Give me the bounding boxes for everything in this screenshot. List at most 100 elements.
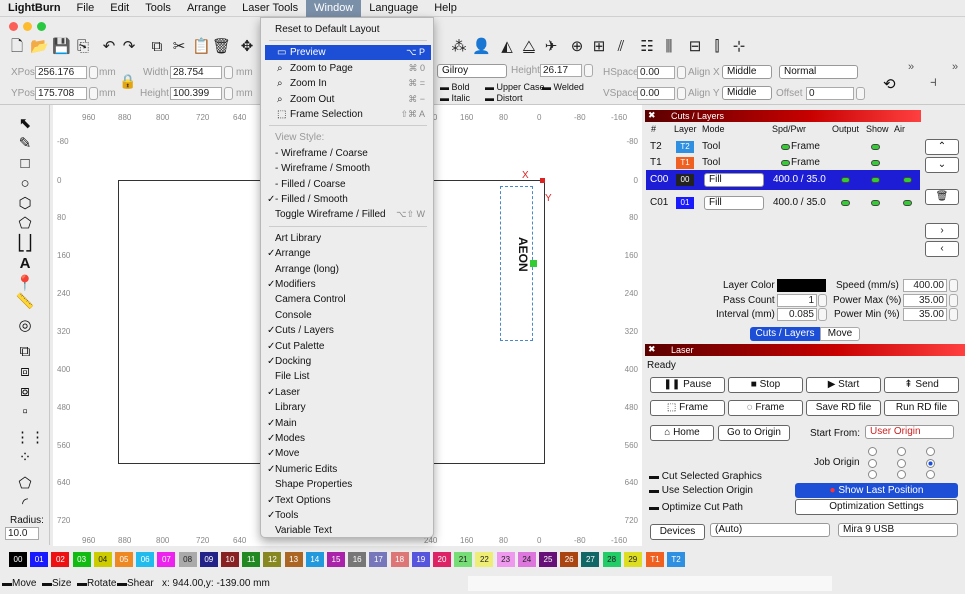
menu-item-preview[interactable]: ▭ Preview ⌥ P [265,45,431,61]
palette-swatch[interactable]: 29 [623,552,642,567]
text-icon[interactable]: A [15,255,35,273]
palette-swatch[interactable]: 22 [475,552,494,567]
tab-move[interactable]: Move [820,327,860,341]
interval-spinner[interactable] [818,308,827,321]
zoom-window-icon[interactable] [37,22,46,31]
menu-item-main[interactable]: ✓ Main [265,416,431,431]
layer-mode-select[interactable]: Fill [704,173,764,187]
pass-count-spinner[interactable] [818,294,827,307]
run-rd-button[interactable]: Run RD file [884,400,959,416]
output-toggle[interactable] [841,200,850,206]
undo-icon[interactable]: ↶ [100,38,118,56]
palette-swatch[interactable]: 24 [517,552,536,567]
menu-window[interactable]: Window [306,0,362,17]
rectangle-icon[interactable]: □ [15,155,35,173]
air-toggle[interactable] [903,200,912,206]
polygon-icon[interactable]: ⬡ [15,195,35,213]
tab-cuts-layers[interactable]: Cuts / Layers [750,327,820,341]
show-toggle[interactable] [871,200,880,206]
offset-icon[interactable]: ⎣⎦ [15,235,35,253]
height-spinner[interactable] [224,87,233,100]
palette-swatch[interactable]: 17 [369,552,388,567]
job-origin-radio[interactable] [868,447,877,456]
palette-swatch[interactable]: 20 [433,552,451,567]
alignx-select[interactable]: Middle [722,65,772,79]
job-origin-radio[interactable] [926,447,935,456]
aligny-select[interactable]: Middle [722,86,772,100]
move-toggle[interactable]: ▬Move [2,575,36,592]
rotate-path-icon[interactable]: ⟲ [883,75,896,93]
paste-icon[interactable]: 📋 [192,38,211,56]
center-icon[interactable]: ⊕ [568,38,586,56]
height-input[interactable]: 100.399 [170,87,222,100]
menu-item-reset-to-default-layout[interactable]: Reset to Default Layout [265,22,431,37]
move-icon[interactable]: ✥ [238,38,256,56]
job-origin-radio[interactable] [868,459,877,468]
menu-item-art-library[interactable]: Art Library [265,231,431,246]
menu-help[interactable]: Help [426,0,465,17]
group-icon[interactable]: ⁂ [450,38,468,56]
palette-swatch[interactable]: 02 [51,552,70,567]
minimize-window-icon[interactable] [23,22,32,31]
show-toggle[interactable] [871,177,880,183]
next-button[interactable]: › [925,223,959,239]
menu-item-modifiers[interactable]: ✓ Modifiers [265,277,431,292]
welded-checkbox[interactable]: ▬ Welded [542,82,584,92]
palette-swatch[interactable]: 00 [9,552,27,567]
menu-item-docking[interactable]: ✓ Docking [265,354,431,369]
palette-swatch[interactable]: 09 [199,552,218,567]
layer-color-swatch[interactable] [777,279,826,292]
distort-checkbox[interactable]: ▬ Distort [485,93,523,103]
distribute-icon[interactable]: ☷ [638,38,656,56]
frame-button[interactable]: ⬚ Frame [650,400,725,416]
lock-icon[interactable]: 🔒 [119,73,136,90]
use-selection-checkbox[interactable]: ▬ Use Selection Origin [649,485,753,496]
palette-swatch[interactable]: 28 [602,552,621,567]
palette-swatch[interactable]: T2 [667,552,685,567]
measure-icon[interactable]: 📏 [15,293,35,311]
menu-item-zoom-in[interactable]: ⌕ Zoom In ⌘ = [265,76,431,91]
palette-swatch[interactable]: 27 [581,552,600,567]
menu-arrange[interactable]: Arrange [179,0,234,17]
align-bottom-icon[interactable]: ⫽ [612,38,630,56]
selection-box[interactable]: AEON [500,186,537,341]
palette-swatch[interactable]: 03 [72,552,91,567]
ypos-spinner[interactable] [89,87,98,100]
menu-item-wireframe-smooth[interactable]: - Wireframe / Smooth [265,161,431,176]
menu-item-shape-properties[interactable]: Shape Properties [265,477,431,492]
menu-item-laser[interactable]: ✓ Laser [265,385,431,400]
palette-swatch[interactable]: 23 [496,552,515,567]
radius-input[interactable]: 10.0 [5,527,39,540]
circle-frame-button[interactable]: ◌ Frame [728,400,803,416]
style-select[interactable]: Normal [779,65,858,79]
layer-row[interactable]: C01 01 Fill 400.0 / 35.0 [646,193,920,213]
italic-checkbox[interactable]: ▬ Italic [440,93,470,103]
menu-item-tools[interactable]: ✓ Tools [265,508,431,523]
ellipse-icon[interactable]: ○ [15,175,35,193]
vspace-spinner[interactable] [677,87,686,100]
stop-button[interactable]: ■ Stop [728,377,803,393]
layer-mode-select[interactable]: Fill [704,196,764,210]
menu-item-cuts-layers[interactable]: ✓ Cuts / Layers [265,323,431,338]
text-height-input[interactable]: 26.17 [540,64,582,77]
close-window-icon[interactable] [9,22,18,31]
speed-spinner[interactable] [949,279,958,292]
width-spinner[interactable] [224,66,233,79]
menu-laser-tools[interactable]: Laser Tools [234,0,306,17]
move-layer-down-button[interactable]: ⌄ [925,157,959,173]
distribute-v-icon[interactable]: ⫼ [660,38,678,56]
palette-swatch[interactable]: 25 [539,552,557,567]
new-file-icon[interactable]: 🗋 [8,38,26,56]
menu-item-cut-palette[interactable]: ✓ Cut Palette [265,339,431,354]
flip-icon[interactable]: ⧋ [520,38,538,56]
upper-case-checkbox[interactable]: ▬ Upper Case [485,82,545,92]
user-icon[interactable]: 👤 [472,38,491,56]
palette-swatch[interactable]: 26 [560,552,579,567]
menu-item-arrange-long[interactable]: Arrange (long) [265,262,431,277]
go-to-origin-button[interactable]: Go to Origin [718,425,790,441]
palette-swatch[interactable]: 01 [30,552,49,567]
job-origin-radio[interactable] [926,459,935,468]
start-button[interactable]: ▶ Start [806,377,881,393]
power-max-spinner[interactable] [949,294,958,307]
menu-item-toggle-wireframe-filled[interactable]: Toggle Wireframe / Filled ⌥⇧ W [265,207,431,222]
